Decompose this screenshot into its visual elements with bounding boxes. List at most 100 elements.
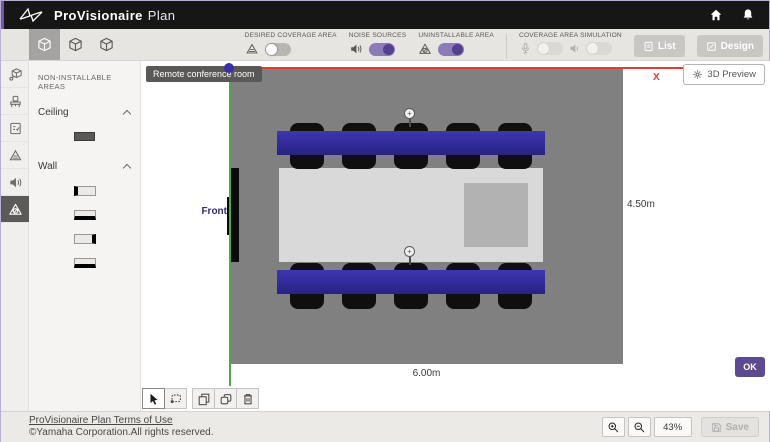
app-title-pro: Pro bbox=[54, 8, 77, 23]
list-button-label: List bbox=[658, 41, 676, 52]
furniture-chair-icon bbox=[8, 94, 23, 109]
non-installable-areas-panel: NON-INSTALLABLE AREAS Ceiling Wall bbox=[29, 61, 141, 411]
uninstallable-area-slash-icon bbox=[8, 202, 23, 217]
wall-section-label: Wall bbox=[38, 161, 57, 172]
zoom-level-value: 43% bbox=[654, 417, 692, 437]
chevron-up-icon bbox=[123, 109, 131, 117]
preview-3d-button[interactable]: 3D Preview bbox=[683, 64, 765, 85]
microphone-marker[interactable]: + bbox=[404, 108, 415, 119]
section-header-wall[interactable]: Wall bbox=[29, 155, 140, 178]
section-header-ceiling[interactable]: Ceiling bbox=[29, 101, 140, 124]
uninstallable-area-group: UNINSTALLABLE AREA bbox=[418, 32, 494, 56]
design-button[interactable]: Design bbox=[697, 35, 763, 57]
view-tabs bbox=[29, 29, 122, 60]
speaker-icon bbox=[568, 42, 581, 55]
paste-duplicate-tool[interactable] bbox=[214, 388, 237, 409]
desired-coverage-area-toggle[interactable] bbox=[265, 43, 291, 56]
zoom-in-button[interactable] bbox=[602, 417, 625, 437]
y-axis-line bbox=[229, 67, 231, 386]
uninstallable-area-label: UNINSTALLABLE AREA bbox=[418, 32, 494, 39]
ok-button[interactable]: OK bbox=[735, 357, 765, 377]
checklist-icon bbox=[8, 121, 23, 136]
ceiling-area-item[interactable] bbox=[74, 132, 95, 141]
main-area: NON-INSTALLABLE AREAS Ceiling Wall Remot… bbox=[1, 61, 769, 411]
provisionaire-plan-window: ProVisionaire Plan DESI bbox=[0, 0, 770, 442]
x-axis-arrow bbox=[229, 67, 693, 69]
uninstallable-band-top[interactable] bbox=[277, 131, 545, 155]
microphone-icon bbox=[519, 42, 532, 55]
uninstallable-band-bottom[interactable] bbox=[277, 270, 545, 294]
coverage-area-simulation-label: COVERAGE AREA SIMULATION bbox=[519, 32, 622, 39]
ceiling-section-label: Ceiling bbox=[38, 107, 69, 118]
chevron-up-icon bbox=[123, 163, 131, 171]
left-icon-strip bbox=[1, 61, 29, 411]
room-height-dimension: 4.50m bbox=[627, 199, 655, 210]
wall-area-item[interactable] bbox=[74, 210, 96, 220]
simulation-speaker-toggle[interactable] bbox=[586, 42, 612, 55]
front-wall-display[interactable] bbox=[231, 168, 239, 262]
tab-view-2-cube-icon[interactable] bbox=[60, 29, 91, 60]
noise-sources-label: NOISE SOURCES bbox=[349, 32, 407, 39]
microphone-marker[interactable]: + bbox=[404, 246, 415, 257]
uninstallable-area-icon bbox=[418, 42, 432, 56]
coverage-area-icon bbox=[245, 42, 259, 56]
simulation-mic-toggle[interactable] bbox=[537, 42, 563, 55]
uninstallable-area-toggle[interactable] bbox=[438, 43, 464, 56]
footer-bar: ProVisionaire Plan Terms of Use ©Yamaha … bbox=[1, 411, 769, 442]
noise-sources-group: NOISE SOURCES bbox=[349, 32, 407, 56]
room-plan-cube-pin-icon bbox=[8, 67, 23, 82]
notifications-bell-icon[interactable] bbox=[741, 8, 755, 22]
copy-tool[interactable] bbox=[192, 388, 215, 409]
x-axis-label: X bbox=[653, 72, 660, 83]
save-button-label: Save bbox=[726, 422, 749, 433]
sidebar-item-room-plan[interactable] bbox=[1, 61, 29, 88]
coverage-cone-icon bbox=[8, 148, 23, 163]
save-button[interactable]: Save bbox=[701, 417, 759, 437]
copyright-text: ©Yamaha Corporation.All rights reserved. bbox=[29, 427, 214, 438]
select-arrow-tool[interactable] bbox=[142, 388, 165, 409]
list-document-icon bbox=[643, 41, 654, 52]
sidebar-item-checklist[interactable] bbox=[1, 115, 29, 142]
ribbon-toolbar: DESIRED COVERAGE AREA NOISE SOURCES bbox=[1, 29, 769, 61]
sidebar-item-coverage[interactable] bbox=[1, 142, 29, 169]
tab-view-1-cube-icon[interactable] bbox=[29, 29, 60, 60]
wall-items bbox=[29, 178, 140, 282]
wall-area-item[interactable] bbox=[74, 258, 96, 268]
terms-of-use-link[interactable]: ProVisionaire Plan Terms of Use bbox=[29, 415, 214, 426]
conference-room-floor[interactable]: Front + + bbox=[230, 68, 623, 364]
zoom-out-button[interactable] bbox=[628, 417, 651, 437]
wall-area-item[interactable] bbox=[74, 186, 96, 196]
home-icon[interactable] bbox=[709, 8, 723, 22]
noise-sources-toggle[interactable] bbox=[369, 43, 395, 56]
design-icon bbox=[706, 41, 717, 52]
canvas-tools-bar bbox=[141, 386, 770, 411]
ceiling-items bbox=[29, 124, 140, 155]
sidebar-item-noise-sources[interactable] bbox=[1, 169, 29, 196]
origin-point bbox=[224, 63, 234, 73]
area-select-tool[interactable] bbox=[164, 388, 187, 409]
design-button-label: Design bbox=[721, 41, 754, 52]
coverage-area-simulation-group: COVERAGE AREA SIMULATION bbox=[519, 32, 622, 55]
sidebar-item-uninstallable-areas[interactable] bbox=[1, 196, 29, 223]
ribbon-divider bbox=[506, 33, 507, 59]
room-name-badge: Remote conference room bbox=[146, 66, 262, 82]
sidebar-item-furniture[interactable] bbox=[1, 88, 29, 115]
design-canvas[interactable]: Remote conference room X Front + + 4.50m… bbox=[141, 61, 770, 411]
app-title-visionaire: Visionaire bbox=[77, 8, 143, 23]
tab-view-3-cube-icon[interactable] bbox=[91, 29, 122, 60]
desired-coverage-area-label: DESIRED COVERAGE AREA bbox=[245, 32, 337, 39]
noise-source-speaker-icon bbox=[349, 42, 363, 56]
speaker-waves-icon bbox=[8, 175, 23, 190]
panel-title: NON-INSTALLABLE AREAS bbox=[29, 61, 140, 101]
preview-3d-label: 3D Preview bbox=[707, 69, 756, 80]
top-bar: ProVisionaire Plan bbox=[1, 1, 769, 29]
front-label: Front bbox=[193, 206, 227, 217]
wall-area-item[interactable] bbox=[74, 234, 96, 244]
yamaha-tuningfork-logo-icon bbox=[18, 6, 44, 24]
desired-coverage-area-group: DESIRED COVERAGE AREA bbox=[245, 32, 337, 56]
room-width-dimension: 6.00m bbox=[230, 368, 623, 379]
gear-icon bbox=[692, 69, 703, 80]
list-button[interactable]: List bbox=[634, 35, 685, 57]
delete-trash-tool[interactable] bbox=[236, 388, 259, 409]
app-title: ProVisionaire Plan bbox=[54, 8, 175, 23]
